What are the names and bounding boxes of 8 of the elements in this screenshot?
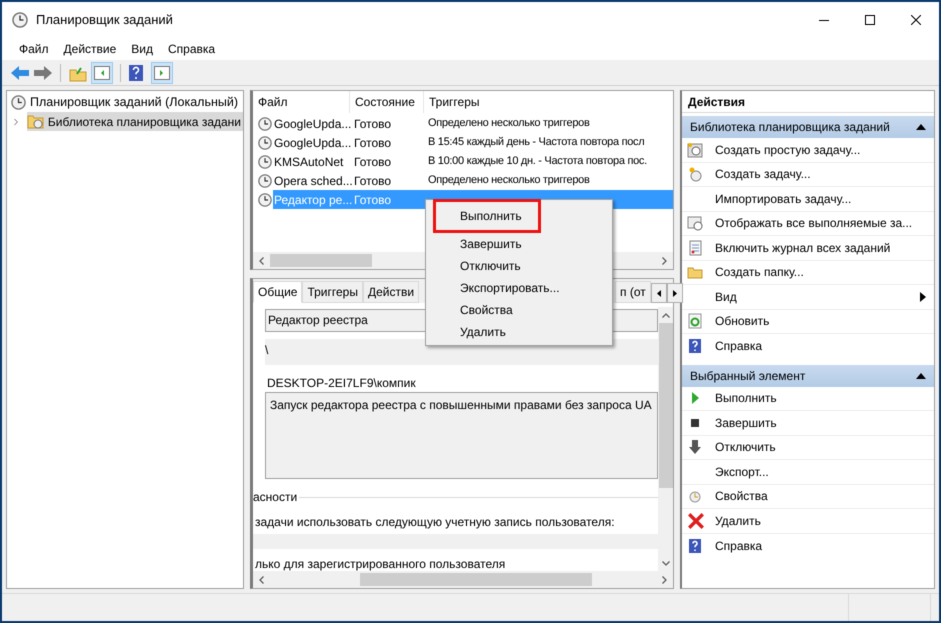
account-label: задачи использовать следующую учетную запись пользователя: xyxy=(254,514,616,532)
actions-title: Действия xyxy=(682,91,934,113)
option-label: лько для зарегистрированного пользователя xyxy=(254,557,506,571)
author-text: DESKTOP-2EI7LF9\компик xyxy=(267,375,417,392)
section-heading: асности xyxy=(253,489,298,506)
section-title: Выбранный элемент xyxy=(690,368,806,384)
window-title: Планировщик заданий xyxy=(36,11,174,30)
section-title: Библиотека планировщика заданий xyxy=(690,119,890,136)
